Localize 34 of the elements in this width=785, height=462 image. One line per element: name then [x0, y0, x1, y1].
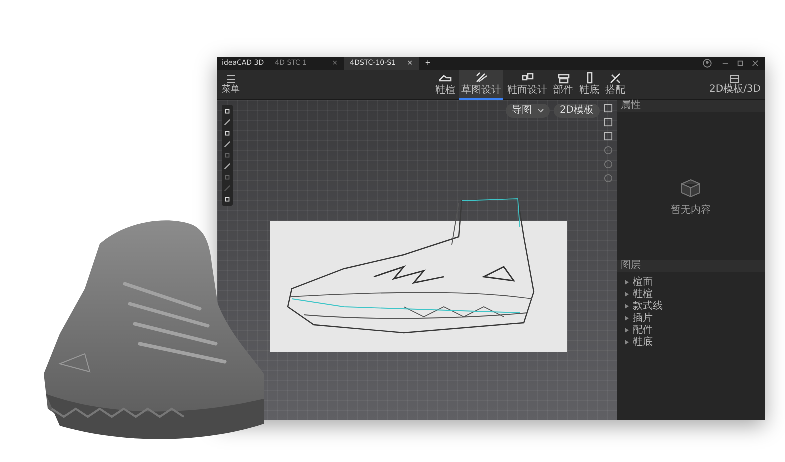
- tool-tab[interactable]: 鞋楦: [433, 70, 458, 100]
- caret-icon: [625, 316, 629, 321]
- caret-icon: [625, 340, 629, 345]
- tool-tab[interactable]: 搭配: [603, 70, 628, 100]
- empty-state-text: 暂无内容: [671, 206, 711, 216]
- tool-tab[interactable]: 草图设计: [459, 70, 504, 100]
- layer-item[interactable]: 插片: [625, 313, 757, 324]
- caret-icon: [625, 304, 629, 309]
- avatar-icon: [703, 59, 712, 68]
- caret-icon: [625, 292, 629, 297]
- panel-title: 图层: [621, 261, 641, 271]
- view-toggle-button[interactable]: 2D模板/3D: [706, 74, 765, 94]
- layer-item[interactable]: 楦面: [625, 277, 757, 288]
- tool-tab[interactable]: 鞋面设计: [505, 70, 550, 100]
- maximize-icon[interactable]: [737, 60, 744, 67]
- minimize-icon[interactable]: [722, 60, 729, 67]
- dropdown[interactable]: 导图: [506, 104, 550, 118]
- chevron-down-icon: [538, 109, 544, 113]
- close-icon[interactable]: [752, 60, 759, 67]
- tool-icon: [474, 71, 488, 85]
- tool-icon: [608, 71, 622, 85]
- layer-item[interactable]: 鞋楦: [625, 289, 757, 300]
- menu-button[interactable]: 菜单: [217, 74, 245, 94]
- panel-title: 属性: [621, 101, 641, 111]
- template-button[interactable]: 2D模板: [554, 104, 600, 118]
- caret-icon: [625, 328, 629, 333]
- menu-icon: [226, 74, 236, 84]
- layer-item[interactable]: 款式线: [625, 301, 757, 312]
- layer-item[interactable]: 配件: [625, 325, 757, 336]
- layer-item[interactable]: 鞋底: [625, 337, 757, 348]
- tool-tab[interactable]: 部件: [551, 70, 576, 100]
- tool-tab[interactable]: 鞋底: [577, 70, 602, 100]
- panel-icon: [730, 74, 740, 84]
- caret-icon: [625, 280, 629, 285]
